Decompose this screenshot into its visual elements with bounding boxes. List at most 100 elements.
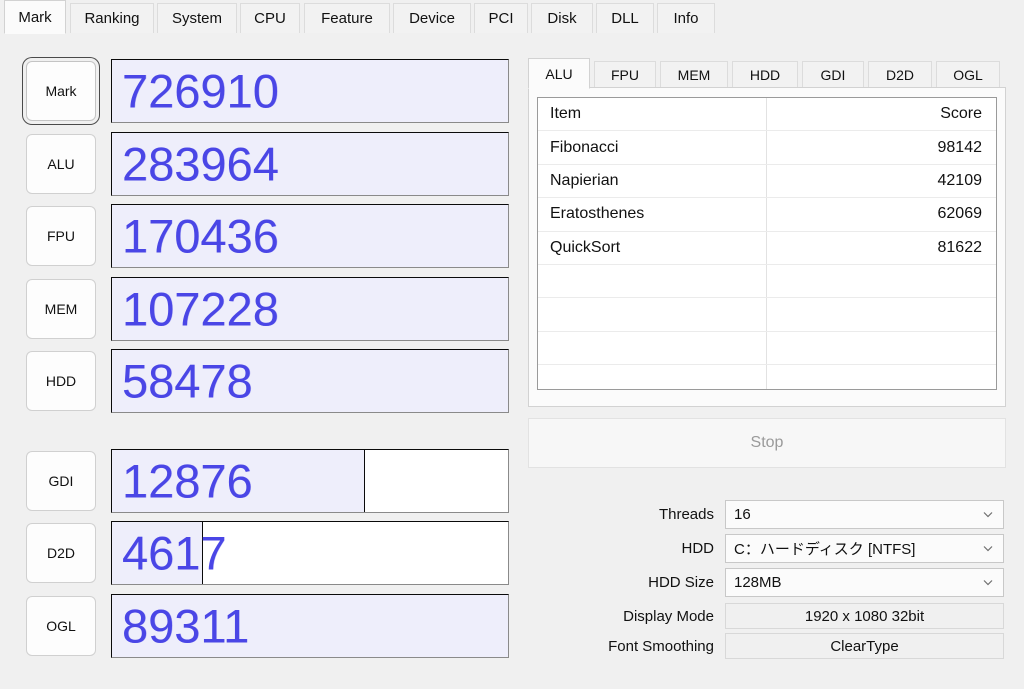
setting-readonly-value: ClearType — [830, 637, 899, 655]
tab-feature[interactable]: Feature — [304, 3, 390, 33]
table-row[interactable]: QuickSort 81622 — [538, 232, 996, 265]
score-value: 12876 — [122, 454, 253, 508]
result-tab-label: D2D — [885, 67, 914, 83]
setting-readonly-value: 1920 x 1080 32bit — [804, 607, 925, 625]
result-tab-label: MEM — [677, 67, 711, 83]
setting-value-font-smoothing: ClearType — [725, 633, 1004, 659]
score-bar-alu: 283964 — [111, 132, 509, 196]
chevron-down-icon — [983, 580, 993, 586]
result-tab-d2d[interactable]: D2D — [868, 61, 932, 88]
setting-row-threads: Threads 16 — [528, 499, 1016, 529]
tab-info[interactable]: Info — [657, 3, 715, 33]
score-value: 726910 — [122, 64, 279, 118]
tab-device[interactable]: Device — [393, 3, 471, 33]
setting-label-hdd-size: HDD Size — [648, 573, 714, 591]
run-mark-button[interactable]: Mark — [26, 61, 96, 121]
table-row[interactable]: Napierian 42109 — [538, 165, 996, 199]
run-alu-button[interactable]: ALU — [26, 134, 96, 194]
tab-label: Mark — [18, 8, 52, 26]
table-row[interactable]: Fibonacci 98142 — [538, 131, 996, 165]
score-bar-mem: 107228 — [111, 277, 509, 341]
result-tab-bar: ALU FPU MEM HDD GDI D2D OGL — [528, 58, 1016, 89]
result-tab-ogl[interactable]: OGL — [936, 61, 1000, 88]
run-ogl-button[interactable]: OGL — [26, 596, 96, 656]
result-tab-label: GDI — [820, 67, 846, 83]
score-bar-fpu: 170436 — [111, 204, 509, 268]
column-header-score: Score — [940, 105, 982, 123]
tab-label: Ranking — [84, 10, 140, 27]
tab-system[interactable]: System — [157, 3, 237, 33]
score-value: 58478 — [122, 354, 253, 408]
benchmark-row-mem: MEM 107228 — [0, 273, 520, 345]
setting-selected-value: C：ハードディスク [NTFS] — [734, 540, 916, 558]
result-tab-mem[interactable]: MEM — [660, 61, 728, 88]
settings-section: Threads 16 HDD C：ハードディスク [NTFS] HDD Size 128M… — [528, 481, 1016, 681]
tab-dll[interactable]: DLL — [596, 3, 654, 33]
result-tab-label: FPU — [611, 67, 639, 83]
run-button-label: FPU — [47, 228, 75, 244]
score-value: 107228 — [122, 282, 279, 336]
result-tab-content: Item Score Fibonacci 98142 Napierian 42109 Era… — [528, 87, 1006, 407]
table-row[interactable]: Eratosthenes 62069 — [538, 198, 996, 232]
setting-label-font-smoothing: Font Smoothing — [608, 637, 714, 655]
run-mem-button[interactable]: MEM — [26, 279, 96, 339]
setting-select-threads[interactable]: 16 — [725, 499, 1004, 529]
run-button-label: D2D — [46, 545, 75, 561]
run-hdd-button[interactable]: HDD — [26, 351, 96, 411]
setting-value-display-mode: 1920 x 1080 32bit — [725, 603, 1004, 629]
cell-item: Fibonacci — [550, 138, 619, 156]
score-bar-mark: 726910 — [111, 59, 509, 123]
tab-pci[interactable]: PCI — [474, 3, 528, 33]
result-table: Item Score Fibonacci 98142 Napierian 42109 Era… — [537, 97, 997, 390]
tab-cpu[interactable]: CPU — [240, 3, 300, 33]
run-button-label: GDI — [48, 473, 74, 489]
score-bar-d2d: 4617 — [111, 521, 509, 585]
result-tab-label: HDD — [749, 67, 781, 83]
run-button-label: OGL — [46, 618, 76, 634]
column-header-item: Item — [550, 105, 582, 123]
benchmark-panel: Mark 726910 ALU 283964 FPU 170436 MEM 107228 HDD… — [0, 33, 520, 689]
chevron-down-icon — [983, 546, 993, 552]
setting-row-hdd-size: HDD Size 128MB — [528, 567, 1016, 597]
cell-item: Eratosthenes — [550, 205, 645, 223]
cell-score: 42109 — [937, 171, 983, 189]
result-tab-label: OGL — [953, 67, 983, 83]
result-tab-label: ALU — [545, 65, 573, 82]
setting-row-display-mode: Display Mode 1920 x 1080 32bit — [528, 601, 1016, 631]
result-tab-gdi[interactable]: GDI — [802, 61, 864, 88]
score-bar-ogl: 89311 — [111, 594, 509, 658]
tab-label: Feature — [321, 10, 373, 27]
table-row[interactable] — [538, 298, 996, 332]
setting-select-hdd[interactable]: C：ハードディスク [NTFS] — [725, 533, 1004, 563]
setting-selected-value: 16 — [734, 505, 751, 523]
setting-select-hdd-size[interactable]: 128MB — [725, 567, 1004, 597]
table-row[interactable] — [538, 332, 996, 366]
tab-mark[interactable]: Mark — [4, 0, 66, 34]
tab-label: CPU — [254, 10, 286, 27]
table-row[interactable] — [538, 265, 996, 299]
benchmark-row-hdd: HDD 58478 — [0, 345, 520, 417]
tab-label: System — [171, 10, 222, 27]
table-row[interactable] — [538, 365, 996, 389]
cell-score: 62069 — [937, 205, 983, 223]
stop-button-label: Stop — [750, 434, 784, 451]
cell-score: 81622 — [937, 238, 983, 256]
tab-disk[interactable]: Disk — [531, 3, 593, 33]
score-bar-hdd: 58478 — [111, 349, 509, 413]
run-fpu-button[interactable]: FPU — [26, 206, 96, 266]
cell-item: QuickSort — [550, 238, 621, 256]
tab-label: Disk — [547, 10, 577, 27]
cell-score: 98142 — [937, 138, 983, 156]
score-value: 4617 — [122, 526, 227, 580]
run-d2d-button[interactable]: D2D — [26, 523, 96, 583]
setting-label-display-mode: Display Mode — [623, 607, 714, 625]
result-tab-hdd[interactable]: HDD — [732, 61, 798, 88]
run-gdi-button[interactable]: GDI — [26, 451, 96, 511]
stop-button[interactable]: Stop — [528, 418, 1006, 468]
score-value: 89311 — [122, 599, 250, 653]
result-tab-fpu[interactable]: FPU — [594, 61, 656, 88]
tab-ranking[interactable]: Ranking — [70, 3, 154, 33]
cell-item: Napierian — [550, 171, 619, 189]
tab-label: Info — [673, 10, 699, 27]
result-tab-alu[interactable]: ALU — [528, 58, 590, 89]
